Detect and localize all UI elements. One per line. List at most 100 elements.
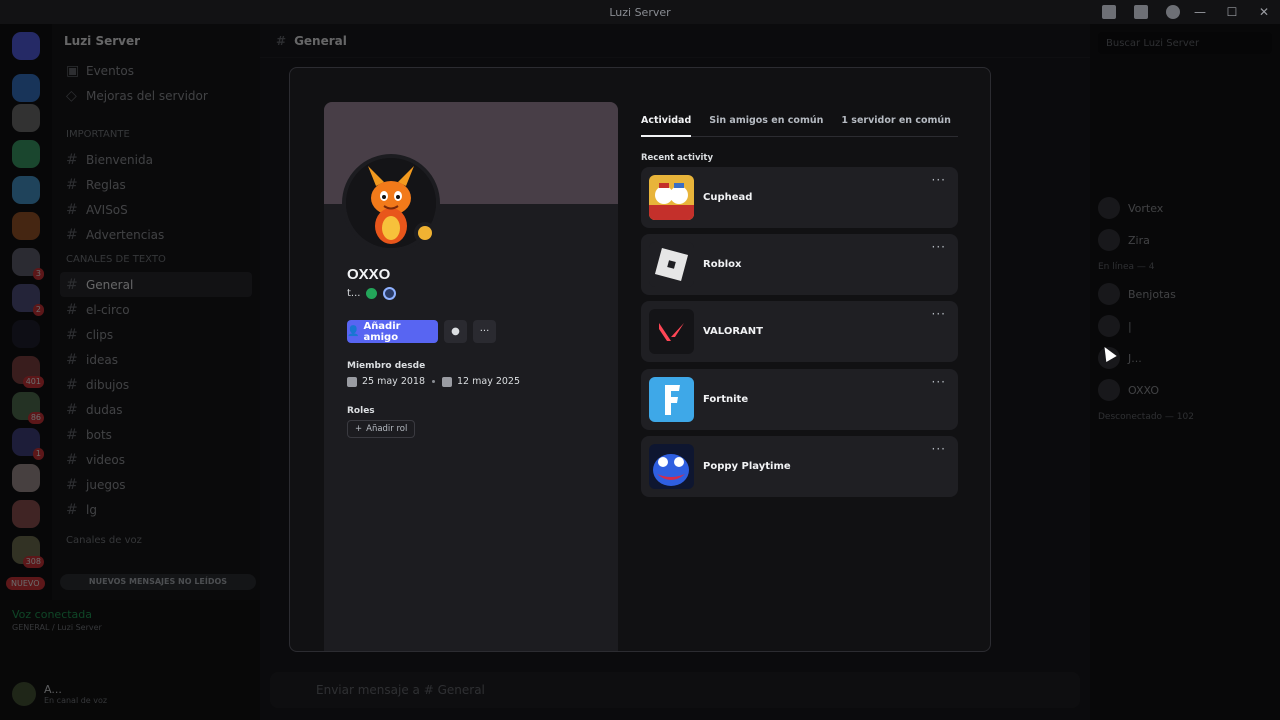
channel-label: videos — [86, 452, 126, 467]
avatar — [1098, 229, 1120, 251]
member-name: Benjotas — [1128, 287, 1176, 301]
maximize-icon[interactable]: ☐ — [1216, 0, 1248, 24]
member-since-dates: 25 may 2018 12 may 2025 — [347, 376, 520, 387]
voice-status[interactable]: Voz conectada GENERAL / Luzi Server — [0, 600, 260, 640]
guild-icon[interactable]: 86 — [12, 392, 44, 424]
unread-messages-banner[interactable]: NUEVOS MENSAJES NO LEÍDOS — [60, 574, 256, 590]
guild-icon[interactable] — [12, 320, 40, 348]
member-row[interactable]: Zira — [1090, 224, 1280, 256]
activity-card[interactable]: Roblox ··· — [641, 234, 958, 295]
channel-advertencias[interactable]: # Advertencias — [52, 222, 260, 247]
activity-name: Poppy Playtime — [703, 461, 791, 472]
member-row[interactable]: J... — [1090, 342, 1280, 374]
offline-header: Desconectado — 102 — [1098, 412, 1194, 422]
server-join-date: 12 may 2025 — [457, 376, 521, 387]
category-text[interactable]: CANALES DE TEXTO — [52, 247, 260, 272]
guild-icon[interactable]: 308 — [12, 536, 44, 568]
channel-label: bots — [86, 427, 112, 442]
add-friend-button[interactable]: 👤 Añadir amigo — [347, 320, 438, 343]
tab-activity[interactable]: Actividad — [641, 115, 692, 137]
channel-videos[interactable]: # videos — [52, 447, 260, 472]
category-important[interactable]: IMPORTANTE — [52, 122, 260, 147]
hash-icon: # — [66, 326, 78, 343]
idle-status-icon — [418, 226, 432, 240]
tab-mutual-friends[interactable]: Sin amigos en común — [709, 115, 823, 137]
more-icon[interactable]: ··· — [932, 240, 946, 254]
message-button[interactable]: ● — [444, 320, 467, 343]
new-badge[interactable]: NUEVO — [6, 577, 45, 590]
guild-icon[interactable] — [12, 176, 40, 204]
minimize-icon[interactable]: — — [1184, 0, 1216, 24]
titlebar-icons — [1102, 0, 1180, 24]
channel-bienvenida[interactable]: # Bienvenida — [52, 147, 260, 172]
guild-icon[interactable]: 3 — [12, 248, 44, 280]
guild-icon[interactable] — [12, 104, 40, 132]
channel-dudas[interactable]: # dudas — [52, 397, 260, 422]
activity-card[interactable]: Fortnite ··· — [641, 369, 958, 430]
guild-icon[interactable] — [12, 500, 40, 528]
hash-icon: # — [66, 276, 78, 293]
guild-icon[interactable] — [12, 464, 40, 492]
guild-icon[interactable]: 401 — [12, 356, 44, 388]
guild-icon[interactable] — [12, 212, 40, 240]
avatar[interactable] — [12, 682, 36, 706]
message-input[interactable]: Enviar mensaje a # General — [270, 672, 1080, 708]
hash-icon: # — [66, 426, 78, 443]
nitro-badge-icon[interactable] — [383, 287, 397, 300]
channel-label: dudas — [86, 402, 123, 417]
discord-home-icon[interactable] — [12, 32, 40, 60]
hash-icon: # — [66, 501, 78, 518]
guild-icon[interactable]: 1 — [12, 428, 44, 460]
member-row[interactable]: Benjotas — [1090, 278, 1280, 310]
channel-avisos[interactable]: # AVISoS — [52, 197, 260, 222]
guild-icon[interactable]: 2 — [12, 284, 44, 316]
inbox-icon[interactable] — [1102, 5, 1116, 19]
more-icon[interactable]: ··· — [932, 307, 946, 321]
channel-juegos[interactable]: # juegos — [52, 472, 260, 497]
hash-icon: # — [66, 201, 78, 218]
events-link[interactable]: ▣ Eventos — [52, 58, 260, 83]
badge-icon[interactable] — [366, 288, 378, 299]
guild-icon[interactable] — [12, 74, 40, 102]
more-icon[interactable]: ··· — [932, 173, 946, 187]
category-voice[interactable]: Canales de voz — [52, 528, 260, 553]
channel-general[interactable]: # General — [60, 272, 252, 297]
screen-icon[interactable] — [1134, 5, 1148, 19]
channel-reglas[interactable]: # Reglas — [52, 172, 260, 197]
title-bar: Luzi Server — ☐ ✕ — [0, 0, 1280, 24]
activity-card[interactable]: VALORANT ··· — [641, 301, 958, 362]
more-icon[interactable]: ··· — [932, 442, 946, 456]
boosts-link[interactable]: ◇ Mejoras del servidor — [52, 83, 260, 108]
avatar — [1098, 379, 1120, 401]
hash-icon: # — [276, 33, 287, 48]
more-icon[interactable]: ··· — [932, 375, 946, 389]
hash-icon: # — [66, 401, 78, 418]
activity-card[interactable]: Poppy Playtime ··· — [641, 436, 958, 497]
channel-label: clips — [86, 327, 114, 342]
channel-bots[interactable]: # bots — [52, 422, 260, 447]
member-row[interactable]: OXXO — [1090, 374, 1280, 406]
channel-dibujos[interactable]: # dibujos — [52, 372, 260, 397]
guild-icon[interactable] — [12, 140, 40, 168]
activity-card[interactable]: Cuphead ··· — [641, 167, 958, 228]
discord-icon — [347, 376, 357, 387]
close-icon[interactable]: ✕ — [1248, 0, 1280, 24]
help-icon[interactable] — [1166, 5, 1180, 19]
tab-mutual-servers[interactable]: 1 servidor en común — [841, 115, 951, 137]
channel-el-circo[interactable]: # el-circo — [52, 297, 260, 322]
more-options-button[interactable]: ··· — [473, 320, 496, 343]
server-name[interactable]: Luzi Server — [52, 24, 260, 58]
member-row[interactable]: Vortex — [1090, 192, 1280, 224]
search-input[interactable]: Buscar Luzi Server — [1098, 32, 1272, 54]
add-role-button[interactable]: + Añadir rol — [347, 420, 416, 438]
user-panel: Voz conectada GENERAL / Luzi Server A... E… — [0, 600, 260, 720]
channel-label: Bienvenida — [86, 152, 153, 167]
add-friend-icon: 👤 — [347, 326, 360, 337]
channel-label: ideas — [86, 352, 118, 367]
channel-ideas[interactable]: # ideas — [52, 347, 260, 372]
channel-lg[interactable]: # lg — [52, 497, 260, 522]
profile-tabs: Actividad Sin amigos en común 1 servidor… — [641, 115, 958, 137]
member-row[interactable]: | — [1090, 310, 1280, 342]
hash-icon: # — [66, 451, 78, 468]
channel-clips[interactable]: # clips — [52, 322, 260, 347]
